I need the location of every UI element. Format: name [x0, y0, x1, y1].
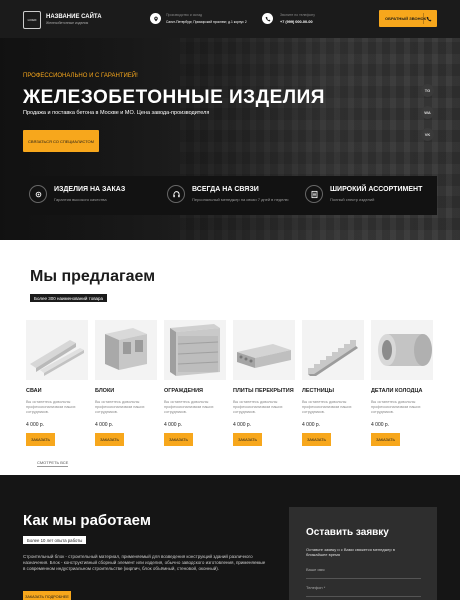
logo-text: LOGO [27, 18, 37, 22]
site-header: LOGO НАЗВАНИЕ САЙТА Железобетонные издел… [0, 0, 460, 38]
support-icon [167, 185, 185, 203]
order-button[interactable]: ЗАКАЗАТЬ [95, 433, 124, 446]
hero-description: Продажа и поставка бетона в Москве и МО.… [23, 110, 210, 116]
vk-label: VK [424, 132, 431, 137]
product-name: СВАИ [26, 388, 42, 394]
product-image-stairs [302, 320, 364, 380]
features-bar: ИЗДЕЛИЯ НА ЗАКАЗ Гарантия высокого качес… [23, 176, 437, 215]
product-image-piles [26, 320, 88, 380]
product-card[interactable]: СВАИ Вы останетесь довольны профессионал… [26, 320, 88, 455]
site-name: НАЗВАНИЕ САЙТА [46, 14, 102, 20]
product-price: 4 000 р. [26, 422, 45, 428]
order-button[interactable]: ЗАКАЗАТЬ [164, 433, 193, 446]
phone-field[interactable]: Телефон * [306, 585, 421, 597]
product-card[interactable]: ЛЕСТНИЦЫ Вы останетесь довольны професси… [302, 320, 364, 455]
phone-icon [262, 13, 273, 24]
gear-icon [29, 185, 47, 203]
callback-button-label: ОБРАТНЫЙ ЗВОНОК [385, 16, 427, 21]
whatsapp-label: WA [424, 110, 431, 115]
phone-value[interactable]: +7 (999) 000-00-00 [280, 20, 313, 24]
product-desc: Вы останетесь довольны профессионализмом… [95, 400, 145, 414]
feature-title: ИЗДЕЛИЯ НА ЗАКАЗ [54, 186, 126, 193]
vk-icon[interactable]: VK [421, 128, 434, 141]
show-all-link[interactable]: СМОТРЕТЬ ВСЕ [37, 460, 69, 467]
product-image-blocks [95, 320, 157, 380]
products-grid: СВАИ Вы останетесь довольны профессионал… [26, 320, 436, 455]
product-desc: Вы останетесь довольны профессионализмом… [164, 400, 214, 414]
product-image-fences [164, 320, 226, 380]
hero-kicker: ПРОФЕССИОНАЛЬНО И С ГАРАНТИЕЙ! [23, 73, 138, 79]
product-name: БЛОКИ [95, 388, 115, 394]
product-name: ОГРАЖДЕНИЯ [164, 388, 203, 394]
phone-icon [423, 13, 434, 24]
site-subtitle: Железобетонные изделия [46, 21, 89, 25]
product-desc: Вы останетесь довольны профессионализмом… [233, 400, 283, 414]
product-image-slabs [233, 320, 295, 380]
order-button[interactable]: ЗАКАЗАТЬ [26, 433, 55, 446]
telegram-icon[interactable]: TG [421, 84, 434, 97]
name-field[interactable]: Ваше имя [306, 567, 421, 579]
product-price: 4 000 р. [233, 422, 252, 428]
address-value: Санкт-Петербург, Приморский проспект, д.… [166, 20, 247, 24]
feature-item: ВСЕГДА НА СВЯЗИ Персональный менеджер на… [161, 176, 299, 215]
order-button[interactable]: ЗАКАЗАТЬ [233, 433, 262, 446]
form-title: Оставить заявку [306, 527, 389, 538]
product-desc: Вы останетесь довольны профессионализмом… [371, 400, 421, 414]
work-badge: Более 10 лет опыта работы [23, 536, 87, 544]
product-card[interactable]: ДЕТАЛИ КОЛОДЦА Вы останетесь довольны пр… [371, 320, 433, 455]
product-price: 4 000 р. [95, 422, 114, 428]
product-desc: Вы останетесь довольны профессионализмом… [302, 400, 352, 414]
hero-title: ЖЕЛЕЗОБЕТОННЫЕ ИЗДЕЛИЯ [23, 87, 325, 108]
catalog-icon [305, 185, 323, 203]
work-title: Как мы работаем [23, 512, 151, 529]
logo[interactable]: LOGO [23, 11, 41, 29]
order-button[interactable]: ЗАКАЗАТЬ [371, 433, 400, 446]
offer-title: Мы предлагаем [30, 268, 156, 285]
feature-desc: Полный спектр изделий [330, 197, 375, 202]
product-name: ЛЕСТНИЦЫ [302, 388, 335, 394]
product-card[interactable]: ПЛИТЫ ПЕРЕКРЫТИЯ Вы останетесь довольны … [233, 320, 295, 455]
feature-item: ИЗДЕЛИЯ НА ЗАКАЗ Гарантия высокого качес… [23, 176, 161, 215]
telegram-label: TG [424, 88, 431, 93]
work-text: Строительный блок - строительный материа… [23, 554, 266, 571]
feature-desc: Персональный менеджер на связи 7 дней в … [192, 197, 289, 202]
offer-badge: Более 300 наименований товара [30, 294, 108, 302]
product-price: 4 000 р. [371, 422, 390, 428]
location-icon [150, 13, 161, 24]
product-price: 4 000 р. [164, 422, 183, 428]
feature-title: ШИРОКИЙ АССОРТИМЕНТ [330, 186, 423, 193]
product-card[interactable]: ОГРАЖДЕНИЯ Вы останетесь довольны профес… [164, 320, 226, 455]
request-form: Оставить заявку Оставьте заявку и с Вами… [289, 507, 437, 600]
product-name: ДЕТАЛИ КОЛОДЦА [371, 388, 423, 394]
product-card[interactable]: БЛОКИ Вы останетесь довольны профессиона… [95, 320, 157, 455]
address-label: Производство и склад [166, 13, 203, 17]
whatsapp-icon[interactable]: WA [421, 106, 434, 119]
contact-specialist-button[interactable]: СВЯЗАТЬСЯ СО СПЕЦИАЛИСТОМ [23, 130, 99, 152]
product-price: 4 000 р. [302, 422, 321, 428]
feature-title: ВСЕГДА НА СВЯЗИ [192, 186, 259, 193]
order-details-button[interactable]: ЗАКАЗАТЬ ПОДРОБНЕЕ [23, 591, 71, 600]
form-desc: Оставьте заявку и с Вами свяжется менедж… [306, 547, 395, 557]
feature-desc: Гарантия высокого качества [54, 197, 107, 202]
order-button[interactable]: ЗАКАЗАТЬ [302, 433, 331, 446]
product-desc: Вы останетесь довольны профессионализмом… [26, 400, 76, 414]
product-image-well-rings [371, 320, 433, 380]
phone-label: Звоните по телефону [280, 13, 315, 17]
feature-item: ШИРОКИЙ АССОРТИМЕНТ Полный спектр издели… [299, 176, 437, 215]
callback-button[interactable]: ОБРАТНЫЙ ЗВОНОК [379, 10, 437, 27]
product-name: ПЛИТЫ ПЕРЕКРЫТИЯ [233, 388, 294, 394]
